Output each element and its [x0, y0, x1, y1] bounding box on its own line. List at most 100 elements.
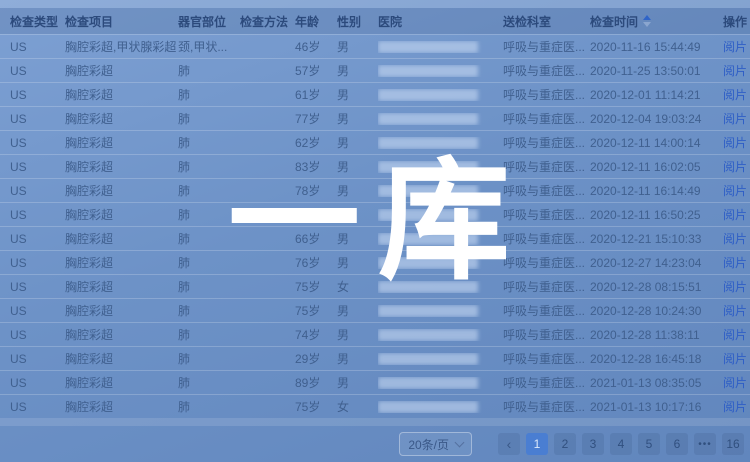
cell-gender: 男 — [337, 302, 378, 319]
cell-exam_type: US — [0, 88, 65, 102]
sort-icons[interactable] — [643, 15, 651, 27]
view-images-link[interactable]: 阅片 — [723, 374, 747, 391]
redacted-hospital-name — [378, 233, 478, 245]
cell-exam_type: US — [0, 304, 65, 318]
cell-exam_time: 2020-12-04 19:03:24 — [590, 112, 723, 126]
cell-exam_time: 2020-12-11 16:50:25 — [590, 208, 723, 222]
cell-exam_type: US — [0, 136, 65, 150]
cell-department: 呼吸与重症医... — [503, 278, 590, 295]
redacted-hospital-name — [378, 329, 478, 341]
table-row: US胸腔彩超肺77岁男呼吸与重症医...2020-12-04 19:03:24阅… — [0, 106, 750, 130]
pager-ellipsis[interactable]: ••• — [694, 433, 716, 455]
cell-hospital — [378, 161, 503, 173]
table-row: US胸腔彩超肺89岁男呼吸与重症医...2021-01-13 08:35:05阅… — [0, 370, 750, 394]
chevron-down-icon — [455, 437, 465, 447]
view-images-link[interactable]: 阅片 — [723, 206, 747, 223]
cell-department: 呼吸与重症医... — [503, 326, 590, 343]
cell-action: 阅片 — [723, 326, 750, 343]
column-header-label: 器官部位 — [178, 13, 226, 30]
table-row: US胸腔彩超肺62岁男呼吸与重症医...2020-12-11 14:00:14阅… — [0, 130, 750, 154]
cell-organ: 肺 — [178, 278, 240, 295]
cell-organ: 肺 — [178, 326, 240, 343]
page-button-4[interactable]: 4 — [610, 433, 632, 455]
table-row: US胸腔彩超肺78岁男呼吸与重症医...2020-12-11 16:14:49阅… — [0, 178, 750, 202]
cell-hospital — [378, 401, 503, 413]
cell-exam_type: US — [0, 328, 65, 342]
view-images-link[interactable]: 阅片 — [723, 350, 747, 367]
cell-organ: 肺 — [178, 182, 240, 199]
table-row: US胸腔彩超肺76岁女呼吸与重症医...2020-12-11 16:50:25阅… — [0, 202, 750, 226]
view-images-link[interactable]: 阅片 — [723, 326, 747, 343]
table-row: US胸腔彩超肺83岁男呼吸与重症医...2020-12-11 16:02:05阅… — [0, 154, 750, 178]
cell-age: 57岁 — [295, 62, 337, 79]
sort-caret-down-icon[interactable] — [643, 22, 651, 27]
view-images-link[interactable]: 阅片 — [723, 230, 747, 247]
page-button-2[interactable]: 2 — [554, 433, 576, 455]
redacted-hospital-name — [378, 377, 478, 389]
view-images-link[interactable]: 阅片 — [723, 86, 747, 103]
cell-age: 61岁 — [295, 86, 337, 103]
cell-exam_item: 胸腔彩超 — [65, 350, 178, 367]
page-button-16[interactable]: 16 — [722, 433, 744, 455]
cell-department: 呼吸与重症医... — [503, 182, 590, 199]
cell-organ: 肺 — [178, 254, 240, 271]
cell-exam_time: 2020-12-28 10:24:30 — [590, 304, 723, 318]
column-header-exam_time[interactable]: 检查时间 — [590, 13, 723, 30]
page-button-6[interactable]: 6 — [666, 433, 688, 455]
cell-hospital — [378, 65, 503, 77]
view-images-link[interactable]: 阅片 — [723, 254, 747, 271]
cell-age: 75岁 — [295, 278, 337, 295]
column-header-label: 检查项目 — [65, 13, 113, 30]
cell-organ: 肺 — [178, 302, 240, 319]
cell-organ: 肺 — [178, 86, 240, 103]
cell-exam_time: 2020-12-01 11:14:21 — [590, 88, 723, 102]
cell-gender: 女 — [337, 398, 378, 415]
cell-exam_time: 2020-12-11 16:02:05 — [590, 160, 723, 174]
column-header-label: 性别 — [337, 13, 361, 30]
prev-page-button[interactable]: ‹ — [498, 433, 520, 455]
cell-hospital — [378, 137, 503, 149]
redacted-hospital-name — [378, 353, 478, 365]
view-images-link[interactable]: 阅片 — [723, 134, 747, 151]
column-header-label: 年龄 — [295, 13, 319, 30]
page-button-3[interactable]: 3 — [582, 433, 604, 455]
cell-organ: 肺 — [178, 62, 240, 79]
column-header-exam_type: 检查类型 — [0, 13, 65, 30]
table-row: US胸腔彩超肺76岁男呼吸与重症医...2020-12-27 14:23:04阅… — [0, 250, 750, 274]
page-button-1[interactable]: 1 — [526, 433, 548, 455]
column-header-age: 年龄 — [295, 13, 337, 30]
cell-hospital — [378, 89, 503, 101]
cell-hospital — [378, 305, 503, 317]
cell-age: 77岁 — [295, 110, 337, 127]
redacted-hospital-name — [378, 41, 478, 53]
cell-organ: 肺 — [178, 110, 240, 127]
cell-action: 阅片 — [723, 350, 750, 367]
cell-department: 呼吸与重症医... — [503, 254, 590, 271]
cell-action: 阅片 — [723, 374, 750, 391]
view-images-link[interactable]: 阅片 — [723, 158, 747, 175]
view-images-link[interactable]: 阅片 — [723, 62, 747, 79]
column-header-label: 医院 — [378, 13, 402, 30]
cell-age: 74岁 — [295, 326, 337, 343]
page-size-select[interactable]: 20条/页 — [399, 432, 472, 456]
cell-exam_time: 2020-12-11 14:00:14 — [590, 136, 723, 150]
cell-organ: 肺 — [178, 206, 240, 223]
view-images-link[interactable]: 阅片 — [723, 302, 747, 319]
cell-exam_type: US — [0, 376, 65, 390]
view-images-link[interactable]: 阅片 — [723, 398, 747, 415]
cell-department: 呼吸与重症医... — [503, 110, 590, 127]
cell-action: 阅片 — [723, 254, 750, 271]
page-button-5[interactable]: 5 — [638, 433, 660, 455]
cell-exam_item: 胸腔彩超 — [65, 62, 178, 79]
view-images-link[interactable]: 阅片 — [723, 38, 747, 55]
view-images-link[interactable]: 阅片 — [723, 278, 747, 295]
view-images-link[interactable]: 阅片 — [723, 110, 747, 127]
cell-exam_item: 胸腔彩超 — [65, 110, 178, 127]
sort-caret-up-icon[interactable] — [643, 15, 651, 20]
cell-exam_item: 胸腔彩超 — [65, 206, 178, 223]
column-header-label: 检查类型 — [10, 13, 58, 30]
cell-gender: 男 — [337, 110, 378, 127]
cell-department: 呼吸与重症医... — [503, 62, 590, 79]
view-images-link[interactable]: 阅片 — [723, 182, 747, 199]
cell-action: 阅片 — [723, 62, 750, 79]
